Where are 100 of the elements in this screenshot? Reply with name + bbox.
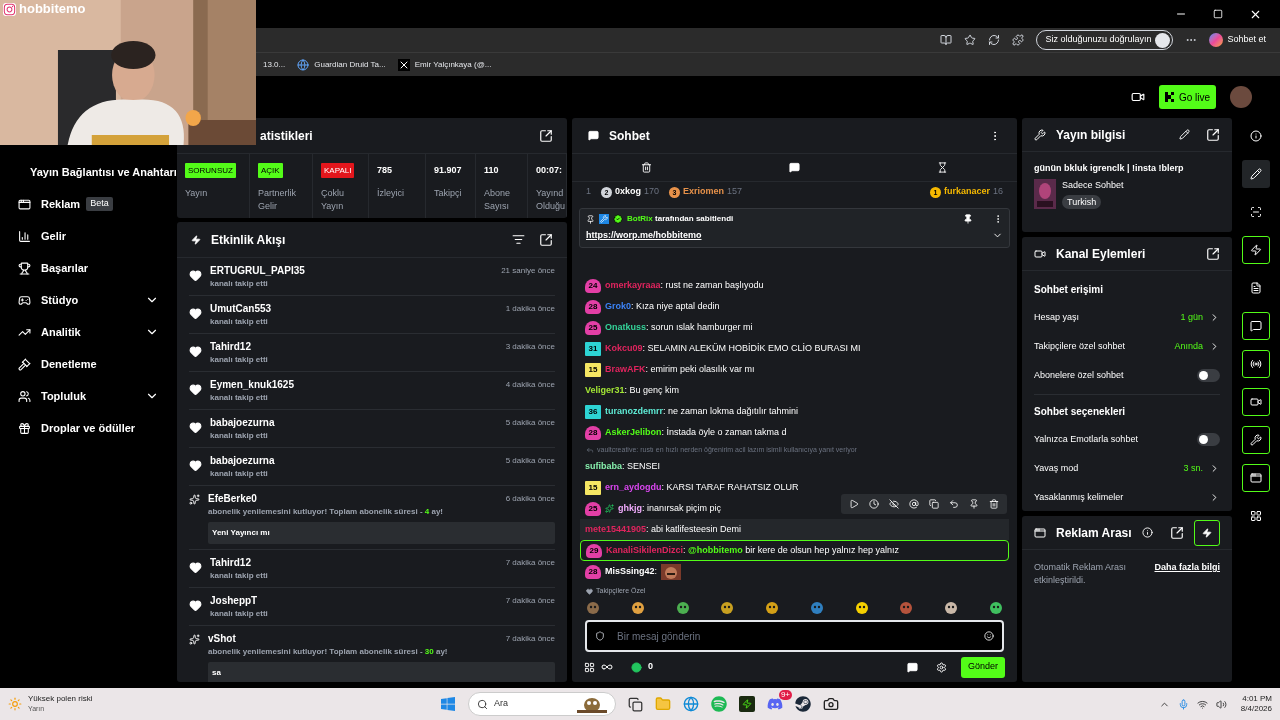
setting-row[interactable]: Takipçilere özel sohbet Anında bbox=[1034, 332, 1220, 361]
sub-badge: 15 bbox=[585, 480, 601, 495]
volume-icon[interactable] bbox=[1215, 698, 1227, 710]
network-icon[interactable] bbox=[1196, 698, 1208, 710]
tool-button[interactable] bbox=[1242, 350, 1270, 378]
emote-icon[interactable] bbox=[630, 601, 645, 615]
bookmark-link[interactable]: Emir Yalçınkaya (@... bbox=[397, 58, 492, 71]
sidebar-item[interactable]: Stüdyo bbox=[0, 284, 175, 316]
sidebar-item[interactable]: Topluluk bbox=[0, 380, 175, 412]
sidebar-item[interactable]: Droplar ve ödüller bbox=[0, 412, 175, 444]
emoji-icon[interactable] bbox=[984, 631, 994, 641]
shield-icon bbox=[595, 631, 605, 641]
clock-icon[interactable] bbox=[869, 499, 879, 509]
settings-icon[interactable] bbox=[935, 661, 947, 673]
ad-window-icon bbox=[18, 197, 31, 211]
sidebar-item[interactable]: Reklam Beta bbox=[0, 188, 175, 220]
copilot-button[interactable]: Sohbet et bbox=[1209, 33, 1266, 47]
toggle-switch[interactable] bbox=[1197, 433, 1220, 446]
ad-button[interactable] bbox=[1194, 519, 1220, 546]
reader-icon[interactable] bbox=[940, 34, 953, 46]
emote-icon[interactable] bbox=[988, 601, 1003, 615]
popout-icon[interactable] bbox=[539, 232, 553, 247]
bookmark-link[interactable]: 13.0... bbox=[263, 58, 286, 71]
edit-icon bbox=[1250, 168, 1262, 180]
stat-label: Takipçi bbox=[434, 187, 463, 200]
chat-icon[interactable] bbox=[789, 162, 800, 173]
toggle-switch[interactable] bbox=[1197, 369, 1220, 382]
sidebar-item[interactable]: Yayın Bağlantısı ve Anahtarı bbox=[0, 156, 175, 188]
hourglass-icon[interactable] bbox=[937, 162, 949, 173]
event-user: Eymen_knuk1625 bbox=[210, 378, 294, 392]
taskbar-search[interactable]: Ara bbox=[468, 692, 616, 716]
tool-button[interactable] bbox=[1242, 388, 1270, 416]
stat-value: 91.907 bbox=[434, 164, 463, 177]
sidebar-item[interactable]: Analitik bbox=[0, 316, 175, 348]
reply-icon bbox=[586, 446, 594, 454]
play-icon[interactable] bbox=[849, 499, 859, 509]
emote-icon[interactable] bbox=[765, 601, 780, 615]
pin-icon[interactable] bbox=[969, 499, 979, 509]
dots-icon[interactable] bbox=[584, 661, 595, 673]
go-live-button[interactable]: Go live bbox=[1158, 85, 1216, 109]
broadcast-icon bbox=[1250, 358, 1262, 370]
at-sign-icon[interactable] bbox=[909, 499, 919, 509]
camera-icon[interactable] bbox=[1130, 90, 1145, 104]
popout-icon[interactable] bbox=[1170, 525, 1184, 540]
edit-icon[interactable] bbox=[1179, 129, 1190, 140]
learn-more-link[interactable]: Daha fazla bilgi bbox=[1154, 561, 1220, 575]
sidebar-item[interactable]: Denetleme bbox=[0, 348, 175, 380]
copy-icon[interactable] bbox=[929, 499, 939, 509]
task-view-icon[interactable] bbox=[628, 696, 643, 712]
refresh-icon[interactable] bbox=[988, 34, 1001, 46]
chat-icon[interactable] bbox=[906, 661, 918, 673]
pinned-link[interactable]: https://worp.me/hobbitemo bbox=[586, 229, 702, 243]
eye-off-icon[interactable] bbox=[889, 499, 899, 509]
restore-icon[interactable] bbox=[1213, 9, 1223, 19]
event-user: babajoezurna bbox=[210, 416, 275, 430]
pin-icon[interactable] bbox=[963, 214, 973, 224]
browser-icon[interactable] bbox=[683, 696, 699, 712]
sub-badge: 29 bbox=[586, 543, 602, 558]
send-button[interactable]: Gönder bbox=[960, 656, 1005, 678]
event-action: kanalı takip etti bbox=[210, 278, 269, 290]
event-message: sa bbox=[208, 662, 555, 682]
trash-icon[interactable] bbox=[640, 162, 652, 173]
tool-button[interactable] bbox=[1242, 464, 1270, 492]
setting-row[interactable]: Yalnızca Emotlarla sohbet bbox=[1034, 425, 1220, 454]
emote-icon[interactable] bbox=[944, 601, 959, 615]
popout-icon[interactable] bbox=[1206, 246, 1220, 261]
extensions-icon[interactable] bbox=[1012, 34, 1025, 46]
wrench-icon bbox=[1250, 434, 1262, 446]
tool-button[interactable] bbox=[1242, 312, 1270, 340]
setting-row[interactable]: Yavaş mod 3 sn. bbox=[1034, 454, 1220, 483]
popout-icon[interactable] bbox=[539, 128, 553, 143]
setting-row[interactable]: Yasaklanmış kelimeler bbox=[1034, 483, 1220, 512]
tool-button[interactable] bbox=[1242, 236, 1270, 264]
popout-icon[interactable] bbox=[1206, 127, 1220, 142]
sidebar-item[interactable]: Gelir bbox=[0, 220, 175, 252]
trash-icon[interactable] bbox=[989, 499, 999, 509]
emote-icon[interactable] bbox=[675, 601, 690, 615]
setting-row[interactable]: Hesap yaşı 1 gün bbox=[1034, 303, 1220, 332]
discord-icon[interactable] bbox=[767, 696, 783, 712]
filter-icon[interactable] bbox=[512, 233, 525, 246]
status-badge: AÇIK bbox=[258, 163, 283, 178]
emote-icon[interactable] bbox=[720, 601, 735, 615]
start-icon[interactable] bbox=[440, 696, 456, 712]
tool-button[interactable] bbox=[1242, 426, 1270, 454]
info-icon[interactable] bbox=[1141, 527, 1153, 538]
undo-icon[interactable] bbox=[949, 499, 959, 509]
message-input[interactable]: Bir mesaj gönderin bbox=[585, 620, 1004, 652]
setting-row[interactable]: Abonelere özel sohbet bbox=[1034, 361, 1220, 390]
steam-icon[interactable] bbox=[795, 696, 811, 712]
sidebar-item[interactable]: Başarılar bbox=[0, 252, 175, 284]
user-avatar[interactable] bbox=[1230, 86, 1252, 108]
event-user: vShot bbox=[208, 632, 236, 646]
camera-app-icon[interactable] bbox=[823, 696, 839, 712]
favorite-icon[interactable] bbox=[964, 34, 977, 46]
emote-icon[interactable] bbox=[854, 601, 869, 615]
tool-button[interactable] bbox=[1242, 160, 1270, 188]
bookmark-link[interactable]: Guardian Druid Ta... bbox=[297, 58, 386, 71]
heart-icon bbox=[189, 421, 202, 434]
window-icon bbox=[1034, 526, 1046, 539]
terminal-icon[interactable] bbox=[739, 696, 755, 712]
